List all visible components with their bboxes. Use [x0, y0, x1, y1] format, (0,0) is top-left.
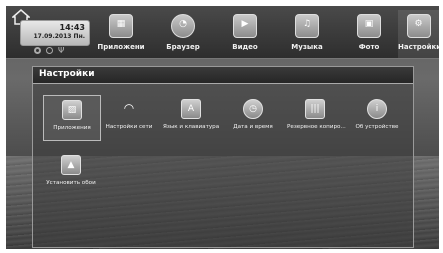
tab-music[interactable]: ♫ Музыка	[278, 10, 336, 58]
settings-icon: ⚙	[406, 14, 431, 38]
settings-panel: Настройки ▨ Приложения ◠ Настройки сети …	[32, 66, 414, 248]
clock-icon: ◷	[243, 99, 263, 119]
photo-icon: ▣	[357, 14, 381, 38]
tab-apps[interactable]: ▦ Приложени	[92, 10, 150, 58]
tab-browser[interactable]: ◔ Браузер	[154, 10, 212, 58]
browser-icon: ◔	[171, 14, 195, 38]
tab-label: Приложени	[97, 43, 145, 51]
settings-item-label: Приложения	[53, 125, 91, 131]
settings-item-label: Язык и клавиатура	[163, 124, 220, 130]
tab-label: Браузер	[166, 43, 200, 51]
clock-date: 17.09.2013 Пн.	[33, 33, 86, 40]
video-icon: ▶	[233, 14, 257, 38]
tab-label: Фото	[358, 43, 380, 51]
tab-label: Музыка	[291, 43, 323, 51]
status-icons: Ψ	[34, 46, 65, 55]
apps-icon: ▦	[109, 14, 133, 38]
tab-label: Видео	[232, 43, 258, 51]
apps-icon: ▨	[62, 100, 82, 120]
info-icon: i	[367, 99, 387, 119]
clock-time: 14:43	[59, 23, 85, 32]
wallpaper-icon: ▲	[61, 155, 81, 175]
backup-icon: |||	[305, 99, 325, 119]
panel-header: Настройки	[33, 67, 413, 84]
settings-item-label: Об устройстве	[355, 124, 399, 130]
tab-label: Настройки	[398, 43, 439, 51]
music-icon: ♫	[295, 14, 319, 38]
clock-widget: 14:43 17.09.2013 Пн.	[20, 20, 90, 46]
settings-item-label: Резервное копиро...	[287, 124, 346, 130]
top-bar: 14:43 17.09.2013 Пн. Ψ ▦ Приложени ◔ Бра…	[6, 6, 439, 59]
main-tabs: ▦ Приложени ◔ Браузер ▶ Видео ♫ Музыка ▣…	[92, 10, 439, 58]
wifi-icon: ◠	[123, 101, 135, 115]
settings-item-network[interactable]: ◠ Настройки сети	[101, 95, 157, 139]
language-icon: A	[181, 99, 201, 119]
settings-item-datetime[interactable]: ◷ Дата и время	[225, 95, 281, 139]
settings-item-apps[interactable]: ▨ Приложения	[43, 95, 101, 141]
usb-icon: Ψ	[58, 46, 65, 55]
settings-item-backup[interactable]: ||| Резервное копиро...	[287, 95, 346, 139]
settings-item-wallpaper[interactable]: ▲ Установить обои	[43, 151, 99, 195]
panel-title: Настройки	[39, 69, 95, 79]
settings-item-language[interactable]: A Язык и клавиатура	[163, 95, 219, 139]
network-status-icon	[46, 47, 53, 54]
wifi-status-icon	[34, 47, 41, 54]
tv-screen: 14:43 17.09.2013 Пн. Ψ ▦ Приложени ◔ Бра…	[6, 6, 439, 249]
tab-settings[interactable]: ⚙ Настройки	[398, 10, 439, 58]
tab-photo[interactable]: ▣ Фото	[340, 10, 398, 58]
tab-video[interactable]: ▶ Видео	[216, 10, 274, 58]
settings-item-label: Настройки сети	[105, 124, 153, 130]
settings-item-about[interactable]: i Об устройстве	[349, 95, 405, 139]
settings-item-label: Дата и время	[233, 124, 273, 130]
settings-item-label: Установить обои	[46, 180, 96, 186]
